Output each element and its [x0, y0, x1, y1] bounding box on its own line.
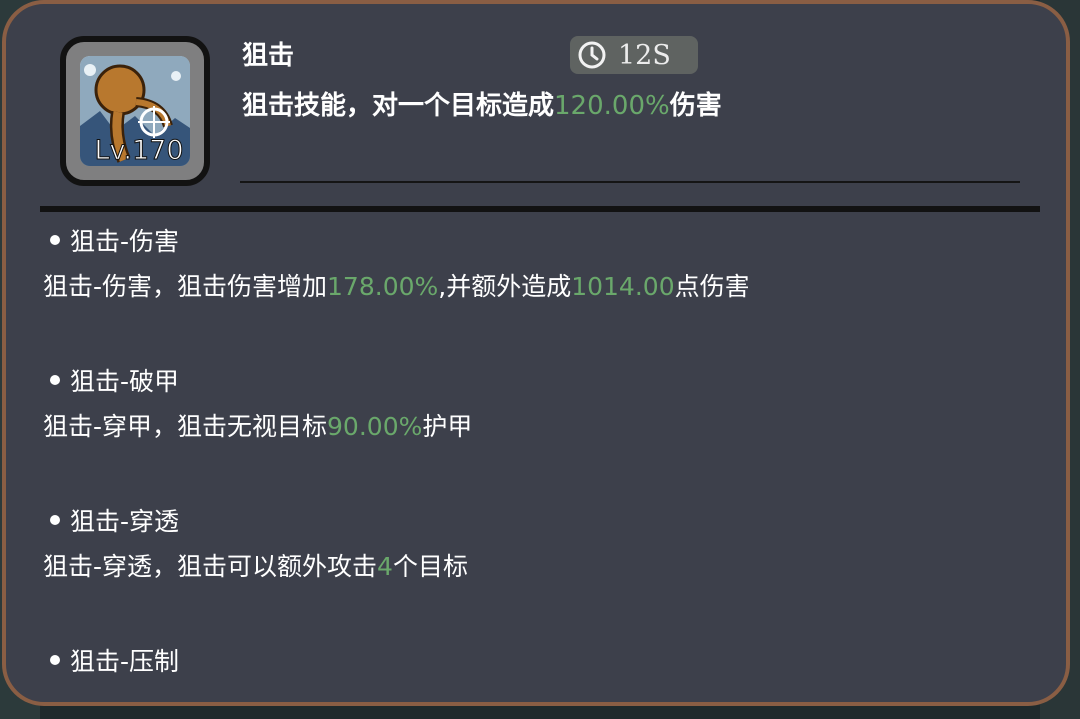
upgrade-title: 狙击-穿透 [50, 504, 179, 540]
upgrade-desc-text: 狙击-穿甲，狙击无视目标 [43, 412, 328, 441]
upgrade-title: 狙击-压制 [50, 644, 179, 680]
header-divider [240, 181, 1020, 183]
upgrade-title-text: 狙击-压制 [70, 647, 180, 676]
upgrade-description: 狙击-穿甲，狙击无视目标90.00%护甲 [43, 409, 472, 445]
skill-description-value: 120.00% [554, 91, 670, 121]
upgrade-description: 狙击-穿透，狙击可以额外攻击4个目标 [43, 549, 468, 585]
upgrade-desc-text: 护甲 [422, 412, 473, 441]
upgrade-desc-text: 个目标 [392, 552, 468, 581]
bullet-icon [50, 375, 60, 385]
upgrade-title-text: 狙击-穿透 [70, 507, 180, 536]
upgrade-desc-value: 1014.00 [571, 272, 675, 301]
skill-description: 狙击技能，对一个目标造成120.00%伤害 [242, 86, 722, 126]
bullet-icon [50, 655, 60, 665]
bullet-icon [50, 235, 60, 245]
upgrade-desc-value: 4 [377, 552, 393, 581]
upgrade-title: 狙击-伤害 [50, 224, 179, 260]
upgrade-desc-text: 点伤害 [674, 272, 750, 301]
cooldown-value: 12S [618, 39, 671, 71]
upgrade-description: 狙击-伤害，狙击伤害增加178.00%,并额外造成1014.00点伤害 [43, 269, 750, 305]
cooldown-badge: 12S [570, 36, 698, 74]
upgrade-desc-text: 狙击-穿透，狙击可以额外攻击 [43, 552, 378, 581]
section-divider [40, 206, 1040, 212]
skill-level-label: Lv.170 [94, 135, 184, 167]
skill-description-suffix: 伤害 [669, 91, 722, 121]
clock-icon [578, 41, 606, 69]
upgrade-title-text: 狙击-伤害 [70, 227, 180, 256]
upgrade-desc-value: 178.00% [327, 272, 439, 301]
upgrade-desc-value: 90.00% [327, 412, 423, 441]
upgrade-desc-text: ,并额外造成 [438, 272, 572, 301]
skill-title: 狙击 [242, 41, 295, 71]
upgrade-title-text: 狙击-破甲 [70, 367, 180, 396]
upgrade-desc-text: 狙击-伤害，狙击伤害增加 [43, 272, 328, 301]
skill-description-prefix: 狙击技能，对一个目标造成 [242, 91, 555, 121]
bullet-icon [50, 515, 60, 525]
upgrade-title: 狙击-破甲 [50, 364, 179, 400]
